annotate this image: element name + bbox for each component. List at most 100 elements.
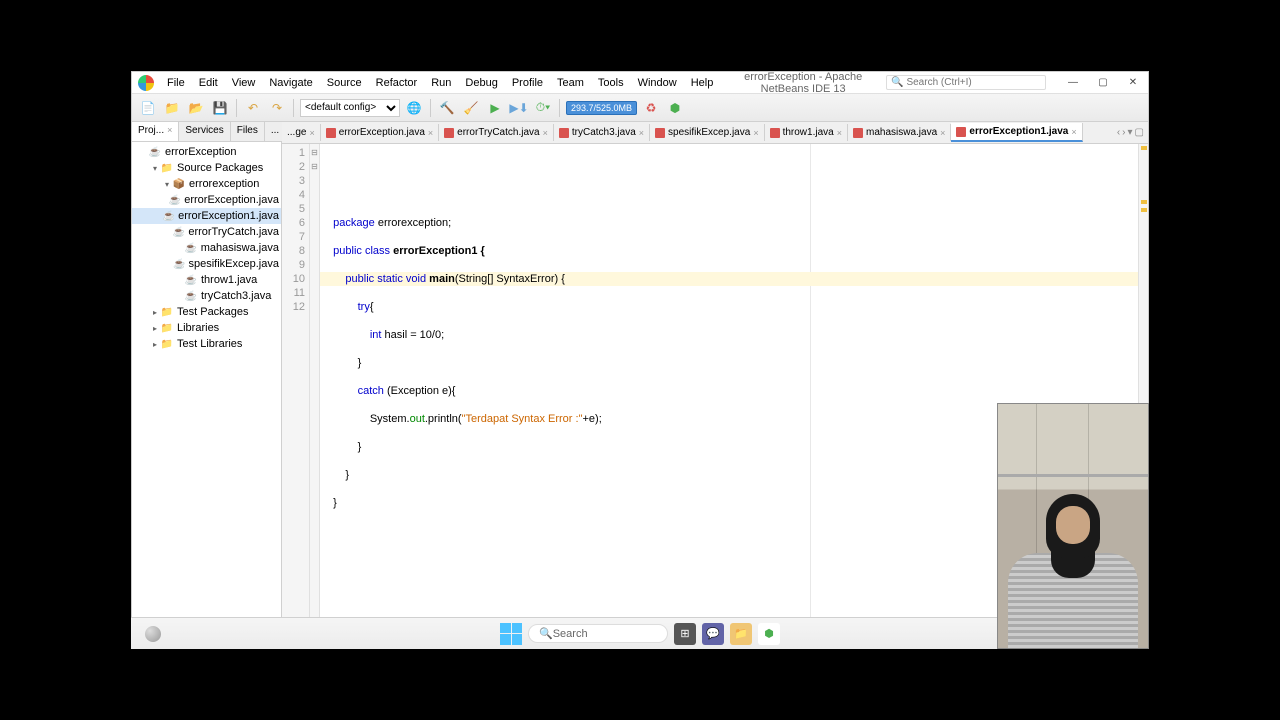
tab-services[interactable]: Services bbox=[179, 122, 230, 141]
menu-edit[interactable]: Edit bbox=[192, 74, 225, 92]
tab-projects[interactable]: Proj...× bbox=[132, 122, 179, 141]
taskbar-search[interactable]: 🔍 Search bbox=[528, 624, 668, 643]
netbeans-taskbar-icon[interactable]: ⬢ bbox=[758, 623, 780, 645]
close-icon[interactable]: × bbox=[543, 128, 548, 138]
editor-tab[interactable]: mahasiswa.java× bbox=[848, 124, 951, 141]
menu-file[interactable]: File bbox=[160, 74, 192, 92]
netbeans-window: File Edit View Navigate Source Refactor … bbox=[131, 71, 1149, 646]
run-icon[interactable]: ▶ bbox=[485, 98, 505, 118]
tree-item[interactable]: ☕errorException1.java bbox=[132, 208, 281, 224]
tab-list-icon[interactable]: ▾ bbox=[1128, 127, 1133, 138]
editor-tab[interactable]: throw1.java× bbox=[765, 124, 848, 141]
warning-mark-icon[interactable] bbox=[1141, 146, 1147, 150]
code-editor[interactable]: 123456789101112 ⊟⊟ package errorexceptio… bbox=[282, 144, 1148, 627]
editor-tab[interactable]: tryCatch3.java× bbox=[554, 124, 650, 141]
project-tree[interactable]: ☕errorException▾📁Source Packages▾📦errore… bbox=[132, 142, 281, 627]
warning-mark-icon[interactable] bbox=[1141, 208, 1147, 212]
undo-icon[interactable]: ↶ bbox=[243, 98, 263, 118]
maximize-button[interactable]: ▢ bbox=[1088, 73, 1118, 93]
sidebar: Proj...× Services Files ... ☕errorExcept… bbox=[132, 122, 282, 627]
tab-label: errorException1.java bbox=[969, 126, 1068, 137]
menu-team[interactable]: Team bbox=[550, 74, 591, 92]
menu-view[interactable]: View bbox=[225, 74, 263, 92]
config-select[interactable]: <default config> bbox=[300, 99, 400, 117]
maximize-editor-icon[interactable]: ▢ bbox=[1135, 127, 1144, 138]
java-file-icon bbox=[444, 128, 454, 138]
tree-item[interactable]: ▸📁Test Libraries bbox=[132, 336, 281, 352]
save-all-icon[interactable]: 💾 bbox=[210, 98, 230, 118]
tree-item[interactable]: ▾📦errorexception bbox=[132, 176, 281, 192]
close-icon[interactable]: × bbox=[167, 125, 172, 135]
warning-mark-icon[interactable] bbox=[1141, 200, 1147, 204]
tree-item[interactable]: ☕throw1.java bbox=[132, 272, 281, 288]
close-icon[interactable]: × bbox=[639, 128, 644, 138]
tree-item[interactable]: ▸📁Test Packages bbox=[132, 304, 281, 320]
code-content[interactable]: package errorexception; public class err… bbox=[320, 144, 1138, 627]
close-button[interactable]: ✕ bbox=[1118, 73, 1148, 93]
tree-item[interactable]: ☕spesifikExcep.java bbox=[132, 256, 281, 272]
menu-debug[interactable]: Debug bbox=[458, 74, 504, 92]
tree-item[interactable]: ☕errorTryCatch.java bbox=[132, 224, 281, 240]
new-project-icon[interactable]: 📁 bbox=[162, 98, 182, 118]
start-button[interactable] bbox=[500, 623, 522, 645]
file-explorer-icon[interactable]: 📁 bbox=[730, 623, 752, 645]
tree-item[interactable]: ☕mahasiswa.java bbox=[132, 240, 281, 256]
editor-tab[interactable]: spesifikExcep.java× bbox=[650, 124, 765, 141]
close-icon[interactable]: × bbox=[1071, 127, 1076, 137]
window-controls: — ▢ ✕ bbox=[1058, 73, 1148, 93]
close-icon[interactable]: × bbox=[837, 128, 842, 138]
menu-refactor[interactable]: Refactor bbox=[369, 74, 425, 92]
tab-label: spesifikExcep.java bbox=[668, 127, 750, 138]
menu-navigate[interactable]: Navigate bbox=[262, 74, 319, 92]
clean-build-icon[interactable]: 🔨 bbox=[437, 98, 457, 118]
memory-indicator[interactable]: 293.7/525.0MB bbox=[566, 101, 637, 115]
search-input[interactable] bbox=[906, 77, 1036, 88]
menu-help[interactable]: Help bbox=[684, 74, 721, 92]
open-project-icon[interactable]: 📂 bbox=[186, 98, 206, 118]
profile-icon[interactable]: ⏱▾ bbox=[533, 98, 553, 118]
tab-files[interactable]: Files bbox=[231, 122, 265, 141]
menu-source[interactable]: Source bbox=[320, 74, 369, 92]
java-file-icon bbox=[326, 128, 336, 138]
search-icon: 🔍 bbox=[891, 77, 903, 88]
fold-gutter[interactable]: ⊟⊟ bbox=[310, 144, 320, 627]
tree-item[interactable]: ☕errorException.java bbox=[132, 192, 281, 208]
debug-icon[interactable]: ▶⬇ bbox=[509, 98, 529, 118]
new-file-icon[interactable]: 📄 bbox=[138, 98, 158, 118]
search-icon: 🔍 bbox=[539, 627, 553, 640]
menu-profile[interactable]: Profile bbox=[505, 74, 550, 92]
tree-item[interactable]: ☕tryCatch3.java bbox=[132, 288, 281, 304]
gc-icon[interactable]: ♻ bbox=[641, 98, 661, 118]
global-search[interactable]: 🔍 bbox=[886, 75, 1046, 90]
java-icon: ☕ bbox=[184, 289, 198, 303]
close-icon[interactable]: × bbox=[753, 128, 758, 138]
task-view-icon[interactable]: ⊞ bbox=[674, 623, 696, 645]
close-icon[interactable]: × bbox=[309, 128, 314, 138]
clean-icon[interactable]: 🧹 bbox=[461, 98, 481, 118]
java-icon: ☕ bbox=[163, 209, 175, 223]
plugin-icon[interactable]: ⬢ bbox=[665, 98, 685, 118]
close-icon[interactable]: × bbox=[428, 128, 433, 138]
prev-tab-icon[interactable]: ‹ bbox=[1117, 127, 1120, 138]
tree-item[interactable]: ☕errorException bbox=[132, 144, 281, 160]
menu-window[interactable]: Window bbox=[631, 74, 684, 92]
editor-tab[interactable]: errorException1.java× bbox=[951, 123, 1082, 142]
minimize-button[interactable]: — bbox=[1058, 73, 1088, 93]
editor-tab[interactable]: ...ge× bbox=[282, 124, 321, 141]
menu-run[interactable]: Run bbox=[424, 74, 458, 92]
build-icon[interactable]: 🌐 bbox=[404, 98, 424, 118]
tree-item[interactable]: ▸📁Libraries bbox=[132, 320, 281, 336]
editor-tab[interactable]: errorTryCatch.java× bbox=[439, 124, 554, 141]
close-icon[interactable]: × bbox=[940, 128, 945, 138]
tree-item[interactable]: ▾📁Source Packages bbox=[132, 160, 281, 176]
menu-tools[interactable]: Tools bbox=[591, 74, 631, 92]
editor-tabs: ...ge×errorException.java×errorTryCatch.… bbox=[282, 122, 1148, 144]
java-file-icon bbox=[770, 128, 780, 138]
netbeans-logo-icon bbox=[138, 75, 154, 91]
java-file-icon bbox=[853, 128, 863, 138]
editor-tab[interactable]: errorException.java× bbox=[321, 124, 439, 141]
redo-icon[interactable]: ↷ bbox=[267, 98, 287, 118]
next-tab-icon[interactable]: › bbox=[1122, 127, 1125, 138]
weather-icon[interactable] bbox=[145, 626, 161, 642]
chat-icon[interactable]: 💬 bbox=[702, 623, 724, 645]
